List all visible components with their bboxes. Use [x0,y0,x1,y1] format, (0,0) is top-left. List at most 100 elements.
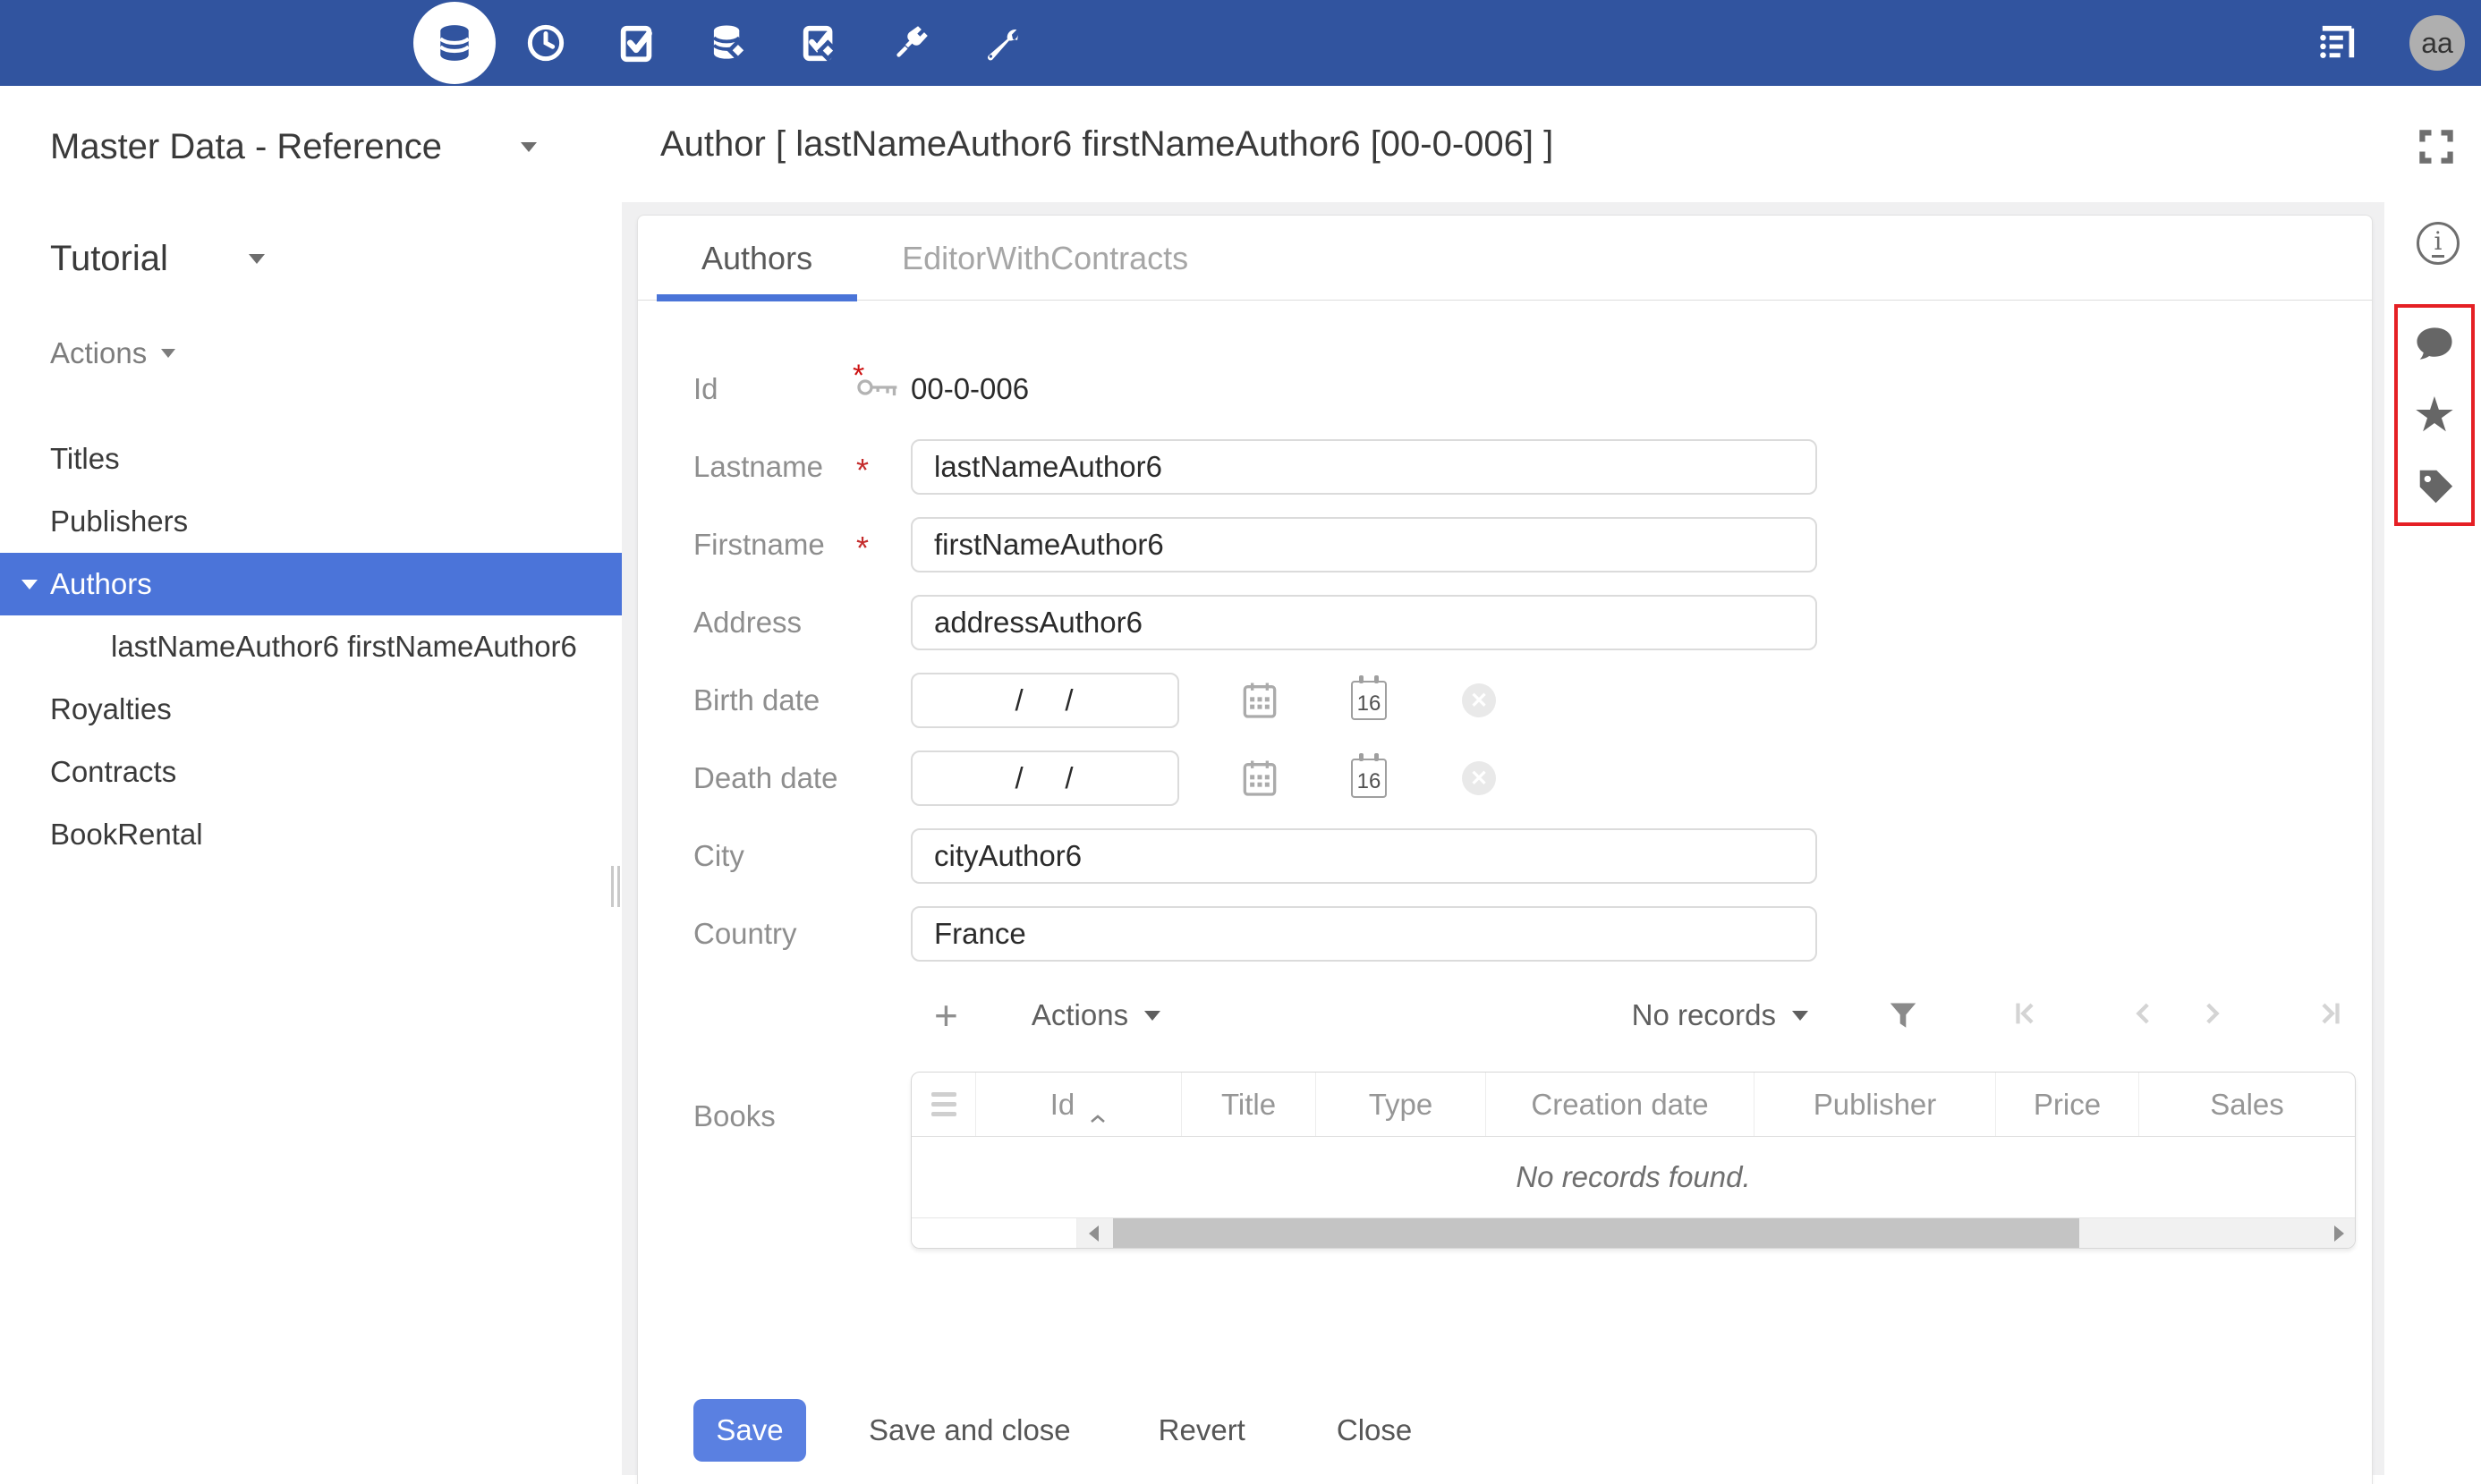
books-actions-dropdown[interactable]: Actions [1032,998,1160,1032]
tag-icon[interactable] [2414,466,2455,507]
list-menu-icon[interactable] [2313,20,2359,66]
empty-table-message: No records found. [912,1137,2355,1217]
triangle-left-icon [1089,1225,1099,1242]
plug-icon[interactable] [870,0,952,86]
tab-authors[interactable]: Authors [657,216,857,301]
clock-icon[interactable] [505,0,587,86]
calendar-day-icon[interactable]: 16 [1351,759,1387,798]
filter-icon[interactable] [1887,999,1919,1031]
last-page-icon[interactable] [2315,998,2345,1033]
firstname-value: firstNameAuthor6 [934,528,1164,562]
calendar-day-icon[interactable]: 16 [1351,681,1387,720]
next-page-icon[interactable] [2196,998,2227,1033]
books-actions-label: Actions [1032,998,1128,1032]
address-input[interactable]: addressAuthor6 [911,595,1817,650]
column-header-creation-date[interactable]: Creation date [1486,1073,1755,1136]
sidebar-item-label: BookRental [50,818,203,851]
scrollbar-track[interactable] [1077,1218,2355,1248]
lastname-input[interactable]: lastNameAuthor6 [911,439,1817,495]
scrollbar-thumb[interactable] [1113,1218,2079,1248]
sidebar-item-titles[interactable]: Titles [0,428,622,490]
comment-icon[interactable] [2414,323,2455,364]
sidebar-item-author-record[interactable]: lastNameAuthor6 firstNameAuthor6 [0,615,622,678]
death-date-cell: / / 16 ✕ [911,750,1821,806]
star-icon[interactable]: ★ [2414,394,2455,436]
previous-page-icon[interactable] [2128,998,2159,1033]
right-toolbar-rail: i ★ [2384,86,2481,1475]
task-check-icon[interactable] [596,0,678,86]
calendar-day-label: 16 [1357,691,1381,717]
save-and-close-button[interactable]: Save and close [869,1413,1071,1447]
records-count-dropdown[interactable]: No records [1632,998,1808,1032]
calendar-grid-icon[interactable] [1242,681,1278,720]
clear-date-icon[interactable]: ✕ [1462,761,1496,795]
close-button[interactable]: Close [1337,1413,1412,1447]
sidebar-resize-handle[interactable] [611,866,620,907]
books-table: Id Title Type Creation date Publisher Pr… [911,1072,2356,1249]
app-title-dropdown[interactable]: Master Data - Reference [50,127,622,167]
chevron-down-icon [21,580,38,589]
chevron-down-icon [249,254,265,264]
clear-date-icon[interactable]: ✕ [1462,683,1496,717]
info-icon[interactable]: i [2417,222,2460,265]
calendar-grid-icon[interactable] [1242,759,1278,798]
row-drag-handle-icon[interactable] [912,1073,976,1136]
sidebar-item-publishers[interactable]: Publishers [0,490,622,553]
books-section-row: Books + Actions No records [693,984,2372,1249]
plus-icon: + [934,992,958,1039]
books-label: Books [693,1099,856,1133]
column-label: Id [1050,1088,1075,1122]
required-asterisk: * [856,445,911,489]
revert-button[interactable]: Revert [1159,1413,1245,1447]
field-row-country: Country France [693,906,2372,962]
country-input[interactable]: France [911,906,1817,962]
first-page-icon[interactable] [2010,998,2041,1033]
triangle-right-icon [2334,1225,2344,1242]
chevron-down-icon [1144,1011,1160,1021]
column-header-title[interactable]: Title [1182,1073,1316,1136]
add-book-button[interactable]: + [934,995,958,1036]
city-input[interactable]: cityAuthor6 [911,828,1817,884]
scroll-right-icon[interactable] [2323,1218,2355,1248]
sidebar-actions-dropdown[interactable]: Actions [50,336,622,370]
app-title: Master Data - Reference [50,127,442,167]
user-avatar[interactable]: aa [2409,15,2465,71]
birth-date-input[interactable]: / / [911,673,1179,728]
tab-editorwithcontracts[interactable]: EditorWithContracts [857,216,1233,301]
sidebar-item-royalties[interactable]: Royalties [0,678,622,741]
scroll-left-icon[interactable] [1077,1218,1109,1248]
scrollbar-frozen-gap [912,1218,1077,1248]
column-header-id[interactable]: Id [976,1073,1182,1136]
column-label: Title [1221,1088,1276,1122]
sidebar-item-authors[interactable]: Authors [0,553,622,615]
sidebar-item-contracts[interactable]: Contracts [0,741,622,803]
wrench-icon[interactable] [961,0,1043,86]
sidebar-actions-label: Actions [50,336,147,370]
user-initials: aa [2421,27,2453,60]
column-header-sales[interactable]: Sales [2139,1073,2355,1136]
birth-date-label: Birth date [693,683,856,717]
topbar-right-group: aa [2313,0,2481,86]
project-title: Tutorial [50,239,168,279]
records-count-label: No records [1632,998,1776,1032]
death-date-label: Death date [693,761,856,795]
column-label: Creation date [1531,1088,1708,1122]
city-label: City [693,839,856,873]
tab-label: EditorWithContracts [902,240,1188,277]
save-button[interactable]: Save [693,1399,806,1462]
firstname-input[interactable]: firstNameAuthor6 [911,517,1817,572]
content-backdrop: Authors EditorWithContracts Id * 00-0-00… [622,202,2384,1475]
database-edit-icon[interactable] [687,0,769,86]
database-icon[interactable] [413,0,496,86]
death-date-input[interactable]: / / [911,750,1179,806]
fullscreen-icon[interactable] [2417,127,2456,166]
task-edit-icon[interactable] [778,0,861,86]
column-label: Price [2034,1088,2101,1122]
column-label: Type [1369,1088,1433,1122]
column-header-price[interactable]: Price [1996,1073,2139,1136]
project-title-dropdown[interactable]: Tutorial [50,239,622,279]
column-header-publisher[interactable]: Publisher [1755,1073,1996,1136]
sidebar-item-bookrental[interactable]: BookRental [0,803,622,866]
column-header-type[interactable]: Type [1316,1073,1486,1136]
sort-ascending-icon [1089,1098,1107,1111]
